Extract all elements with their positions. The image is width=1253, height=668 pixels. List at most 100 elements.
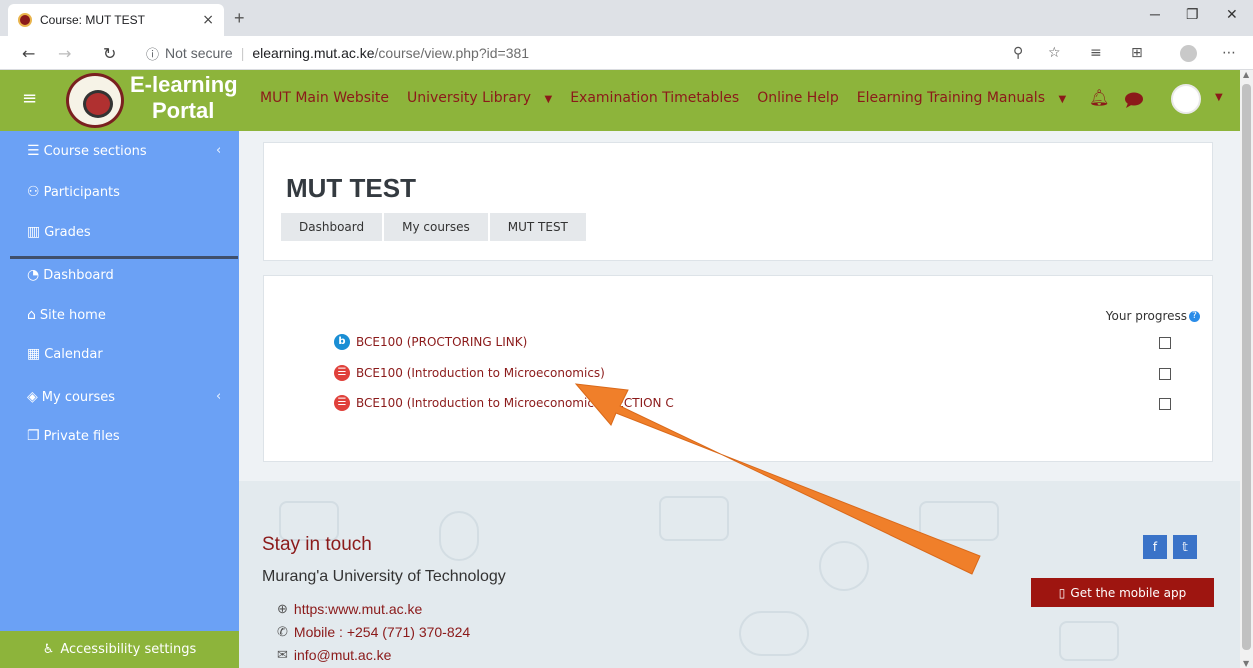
window-close-icon[interactable]: ✕ bbox=[1226, 6, 1238, 23]
nav-link-exam-timetables[interactable]: Examination Timetables bbox=[570, 90, 748, 106]
university-name: Murang'a University of Technology bbox=[262, 568, 506, 585]
refresh-icon[interactable]: ↻ bbox=[103, 44, 116, 63]
sidebar-item-dashboard[interactable]: ◔ Dashboard bbox=[27, 265, 114, 285]
nav-link-main-website[interactable]: MUT Main Website bbox=[260, 90, 398, 106]
nav-link-university-library[interactable]: University Library ▼ bbox=[407, 90, 561, 106]
page-header-card: MUT TEST Dashboard My courses MUT TEST bbox=[263, 142, 1213, 261]
sidebar-item-grades[interactable]: ▥ Grades bbox=[27, 222, 91, 242]
zoom-icon[interactable]: ⚲ bbox=[1013, 45, 1023, 61]
sidebar-item-participants[interactable]: ⚇ Participants bbox=[27, 182, 120, 202]
back-arrow-icon[interactable]: ← bbox=[22, 44, 35, 63]
facebook-icon[interactable]: f bbox=[1143, 535, 1167, 559]
graduation-cap-icon: ◈ bbox=[27, 389, 38, 405]
files-icon: ❐ bbox=[27, 428, 40, 444]
university-logo[interactable] bbox=[66, 73, 124, 128]
address-bar: ← → ↻ ⓘ Not secure | elearning.mut.ac.ke… bbox=[0, 36, 1253, 70]
sidebar-item-site-home[interactable]: ⌂ Site home bbox=[27, 305, 106, 325]
not-secure-label: Not secure bbox=[165, 45, 233, 61]
top-nav-links: MUT Main Website University Library ▼ Ex… bbox=[260, 90, 1084, 106]
accessibility-settings-button[interactable]: ♿︎ Accessibility settings bbox=[0, 631, 239, 668]
page-title: MUT TEST bbox=[286, 173, 416, 203]
more-options-icon[interactable]: ⋯ bbox=[1222, 45, 1236, 61]
restore-icon[interactable]: ❐ bbox=[1186, 6, 1199, 23]
chevron-left-icon[interactable]: ‹ bbox=[216, 143, 221, 158]
browser-tab[interactable]: Course: MUT TEST × bbox=[8, 4, 224, 36]
nav-drawer: ☰ Course sections ‹ ⚇ Participants ▥ Grades… bbox=[0, 131, 239, 668]
user-menu-caret-icon[interactable]: ▼ bbox=[1215, 92, 1223, 103]
site-favicon-icon bbox=[18, 13, 32, 27]
brand-line2[interactable]: Portal bbox=[152, 98, 214, 124]
activity-link[interactable]: BCE100 (PROCTORING LINK) bbox=[356, 335, 527, 349]
tab-title: Course: MUT TEST bbox=[40, 13, 145, 27]
completion-checkbox[interactable] bbox=[1159, 368, 1171, 380]
your-progress-label: Your progress ? bbox=[1106, 309, 1200, 323]
footer-doodle bbox=[819, 541, 869, 591]
activity-item[interactable]: b BCE100 (PROCTORING LINK) bbox=[334, 332, 527, 352]
footer-email[interactable]: ✉ info@mut.ac.ke bbox=[277, 647, 391, 663]
home-icon: ⌂ bbox=[27, 307, 36, 323]
footer-website[interactable]: ⊕ https:www.mut.ac.ke bbox=[277, 601, 422, 617]
url-separator: | bbox=[240, 45, 245, 61]
info-icon[interactable]: ⓘ bbox=[146, 44, 159, 63]
scroll-up-icon[interactable]: ▲ bbox=[1243, 70, 1249, 79]
activity-item[interactable]: ☰ BCE100 (Introduction to Microeconomics… bbox=[334, 393, 674, 413]
forward-arrow-icon[interactable]: → bbox=[58, 44, 71, 63]
main-content: MUT TEST Dashboard My courses MUT TEST Y… bbox=[239, 131, 1240, 668]
stay-in-touch-heading: Stay in touch bbox=[262, 534, 372, 555]
bell-icon[interactable]: 🔔︎ bbox=[1089, 88, 1109, 107]
site-navbar: ≡ E-learning Portal MUT Main Website Uni… bbox=[0, 70, 1240, 131]
course-content-card: Your progress ? b BCE100 (PROCTORING LIN… bbox=[263, 275, 1213, 462]
scrollbar-thumb[interactable] bbox=[1242, 84, 1251, 650]
favorite-star-icon[interactable]: ☆ bbox=[1048, 45, 1061, 61]
browser-tab-bar: Course: MUT TEST × + ─ ❐ ✕ bbox=[0, 0, 1253, 36]
twitter-icon[interactable]: 𝕥 bbox=[1173, 535, 1197, 559]
list-icon: ☰ bbox=[27, 143, 40, 159]
new-tab-button[interactable]: + bbox=[234, 8, 245, 29]
collections-icon[interactable]: ⊞ bbox=[1131, 45, 1143, 61]
completion-checkbox[interactable] bbox=[1159, 337, 1171, 349]
accessibility-icon: ♿︎ bbox=[42, 642, 55, 657]
breadcrumb: Dashboard My courses MUT TEST bbox=[281, 213, 588, 241]
sidebar-item-course-sections[interactable]: ☰ Course sections bbox=[27, 141, 147, 161]
get-mobile-app-button[interactable]: ▯ Get the mobile app bbox=[1031, 578, 1214, 607]
page-footer: Stay in touch Murang'a University of Tec… bbox=[239, 481, 1240, 668]
footer-doodle bbox=[659, 496, 729, 541]
help-icon[interactable]: ? bbox=[1189, 310, 1200, 322]
breadcrumb-item-my-courses[interactable]: My courses bbox=[384, 213, 488, 241]
scroll-down-icon[interactable]: ▼ bbox=[1243, 659, 1249, 668]
globe-icon: ⊕ bbox=[277, 601, 288, 616]
envelope-icon: ✉ bbox=[277, 647, 288, 662]
nav-link-online-help[interactable]: Online Help bbox=[757, 90, 848, 106]
book-icon: ▥ bbox=[27, 224, 41, 240]
hamburger-menu-icon[interactable]: ≡ bbox=[22, 88, 37, 109]
mobile-phone-icon: ▯ bbox=[1058, 585, 1066, 600]
url-field[interactable]: ⓘ Not secure | elearning.mut.ac.ke/cours… bbox=[146, 42, 529, 64]
activity-link[interactable]: BCE100 (Introduction to Microeconomics) bbox=[356, 366, 605, 380]
brand-line1[interactable]: E-learning bbox=[130, 72, 238, 98]
browser-profile-icon[interactable] bbox=[1180, 45, 1197, 62]
url-path: /course/view.php?id=381 bbox=[374, 45, 530, 61]
favorites-bar-icon[interactable]: ≡ bbox=[1090, 45, 1102, 61]
chevron-left-icon[interactable]: ‹ bbox=[216, 389, 221, 404]
nav-link-training-manuals[interactable]: Elearning Training Manuals ▼ bbox=[857, 90, 1075, 106]
gauge-icon: ◔ bbox=[27, 267, 40, 283]
phone-icon: ✆ bbox=[277, 624, 288, 639]
sidebar-item-my-courses[interactable]: ◈ My courses bbox=[27, 387, 115, 407]
sidebar-item-calendar[interactable]: ▦ Calendar bbox=[27, 344, 103, 364]
chat-bubble-icon[interactable] bbox=[1124, 91, 1144, 109]
quiz-icon: ☰ bbox=[334, 395, 350, 411]
bigbluebutton-icon: b bbox=[334, 334, 350, 350]
page-scrollbar[interactable]: ▲ ▼ bbox=[1240, 70, 1253, 668]
activity-item[interactable]: ☰ BCE100 (Introduction to Microeconomics… bbox=[334, 363, 605, 383]
user-avatar-icon[interactable] bbox=[1171, 84, 1201, 114]
footer-phone[interactable]: ✆ Mobile : +254 (771) 370-824 bbox=[277, 624, 470, 640]
activity-link[interactable]: BCE100 (Introduction to Microeconomics) … bbox=[356, 396, 674, 410]
sidebar-item-private-files[interactable]: ❐ Private files bbox=[27, 426, 120, 446]
breadcrumb-item-dashboard[interactable]: Dashboard bbox=[281, 213, 383, 241]
url-host: elearning.mut.ac.ke bbox=[252, 45, 375, 61]
breadcrumb-item-current[interactable]: MUT TEST bbox=[489, 213, 586, 241]
quiz-icon: ☰ bbox=[334, 365, 350, 381]
completion-checkbox[interactable] bbox=[1159, 398, 1171, 410]
tab-close-icon[interactable]: × bbox=[202, 12, 214, 28]
minimize-icon[interactable]: ─ bbox=[1150, 6, 1160, 22]
